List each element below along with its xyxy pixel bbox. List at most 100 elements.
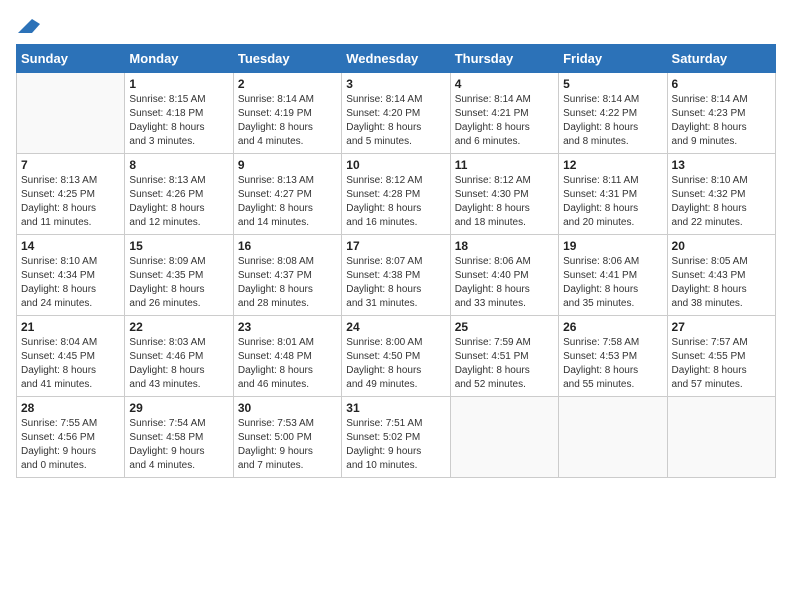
logo xyxy=(16,16,40,36)
day-info: Sunrise: 8:15 AM Sunset: 4:18 PM Dayligh… xyxy=(129,93,228,149)
day-number: 30 xyxy=(238,401,337,415)
calendar-cell: 26Sunrise: 7:58 AM Sunset: 4:53 PM Dayli… xyxy=(559,315,667,396)
day-number: 24 xyxy=(346,320,445,334)
day-info: Sunrise: 8:10 AM Sunset: 4:32 PM Dayligh… xyxy=(672,174,771,230)
header xyxy=(16,16,776,36)
calendar-cell: 15 Sunrise: 8:09 AM Sunset: 4:35 PM Dayli… xyxy=(125,234,233,315)
day-info: Sunrise: 8:14 AM Sunset: 4:23 PM Dayligh… xyxy=(672,93,771,149)
calendar-cell: 9 Sunrise: 8:13 AM Sunset: 4:27 PM Daylig… xyxy=(233,153,341,234)
calendar-cell: 6Sunrise: 8:14 AM Sunset: 4:23 PM Daylig… xyxy=(667,72,775,153)
header-day-wednesday: Wednesday xyxy=(342,44,450,72)
day-number: 7 xyxy=(21,158,120,172)
day-info: Sunrise: 8:14 AM Sunset: 4:20 PM Dayligh… xyxy=(346,93,445,149)
day-info: Sunrise: 8:06 AM Sunset: 4:40 PM Dayligh… xyxy=(455,255,554,311)
header-day-thursday: Thursday xyxy=(450,44,558,72)
calendar-cell: 11 Sunrise: 8:12 AM Sunset: 4:30 PM Dayli… xyxy=(450,153,558,234)
day-number: 18 xyxy=(455,239,554,253)
header-day-tuesday: Tuesday xyxy=(233,44,341,72)
calendar-cell: 25Sunrise: 7:59 AM Sunset: 4:51 PM Dayli… xyxy=(450,315,558,396)
day-info: Sunrise: 7:57 AM Sunset: 4:55 PM Dayligh… xyxy=(672,336,771,392)
calendar-cell: 29 Sunrise: 7:54 AM Sunset: 4:58 PM Dayli… xyxy=(125,396,233,477)
day-number: 27 xyxy=(672,320,771,334)
calendar-cell: 22 Sunrise: 8:03 AM Sunset: 4:46 PM Dayli… xyxy=(125,315,233,396)
day-number: 22 xyxy=(129,320,228,334)
day-number: 13 xyxy=(672,158,771,172)
calendar-cell: 10Sunrise: 8:12 AM Sunset: 4:28 PM Dayli… xyxy=(342,153,450,234)
calendar-cell: 17 Sunrise: 8:07 AM Sunset: 4:38 PM Dayli… xyxy=(342,234,450,315)
calendar-cell: 30 Sunrise: 7:53 AM Sunset: 5:00 PM Dayli… xyxy=(233,396,341,477)
calendar-cell: 16 Sunrise: 8:08 AM Sunset: 4:37 PM Dayli… xyxy=(233,234,341,315)
logo-line1 xyxy=(16,16,40,36)
day-info: Sunrise: 8:09 AM Sunset: 4:35 PM Dayligh… xyxy=(129,255,228,311)
day-number: 20 xyxy=(672,239,771,253)
header-day-saturday: Saturday xyxy=(667,44,775,72)
day-info: Sunrise: 8:08 AM Sunset: 4:37 PM Dayligh… xyxy=(238,255,337,311)
day-info: Sunrise: 7:53 AM Sunset: 5:00 PM Dayligh… xyxy=(238,417,337,473)
day-info: Sunrise: 7:58 AM Sunset: 4:53 PM Dayligh… xyxy=(563,336,662,392)
day-number: 15 xyxy=(129,239,228,253)
day-info: Sunrise: 8:05 AM Sunset: 4:43 PM Dayligh… xyxy=(672,255,771,311)
calendar-cell: 14Sunrise: 8:10 AM Sunset: 4:34 PM Dayli… xyxy=(17,234,125,315)
calendar-cell: 2 Sunrise: 8:14 AM Sunset: 4:19 PM Daylig… xyxy=(233,72,341,153)
day-number: 31 xyxy=(346,401,445,415)
calendar-cell: 24Sunrise: 8:00 AM Sunset: 4:50 PM Dayli… xyxy=(342,315,450,396)
calendar-cell: 8Sunrise: 8:13 AM Sunset: 4:26 PM Daylig… xyxy=(125,153,233,234)
day-number: 28 xyxy=(21,401,120,415)
day-info: Sunrise: 8:04 AM Sunset: 4:45 PM Dayligh… xyxy=(21,336,120,392)
day-number: 16 xyxy=(238,239,337,253)
calendar-cell: 19Sunrise: 8:06 AM Sunset: 4:41 PM Dayli… xyxy=(559,234,667,315)
day-number: 5 xyxy=(563,77,662,91)
calendar-cell: 4 Sunrise: 8:14 AM Sunset: 4:21 PM Daylig… xyxy=(450,72,558,153)
calendar-cell xyxy=(450,396,558,477)
day-number: 2 xyxy=(238,77,337,91)
day-number: 12 xyxy=(563,158,662,172)
calendar-cell: 27 Sunrise: 7:57 AM Sunset: 4:55 PM Dayli… xyxy=(667,315,775,396)
calendar-week-1: 7 Sunrise: 8:13 AM Sunset: 4:25 PM Daylig… xyxy=(17,153,776,234)
calendar-cell: 31 Sunrise: 7:51 AM Sunset: 5:02 PM Dayli… xyxy=(342,396,450,477)
calendar-week-0: 1 Sunrise: 8:15 AM Sunset: 4:18 PM Daylig… xyxy=(17,72,776,153)
calendar-header: SundayMondayTuesdayWednesdayThursdayFrid… xyxy=(17,44,776,72)
day-info: Sunrise: 7:51 AM Sunset: 5:02 PM Dayligh… xyxy=(346,417,445,473)
day-info: Sunrise: 8:10 AM Sunset: 4:34 PM Dayligh… xyxy=(21,255,120,311)
day-info: Sunrise: 8:07 AM Sunset: 4:38 PM Dayligh… xyxy=(346,255,445,311)
day-number: 1 xyxy=(129,77,228,91)
calendar-cell: 21Sunrise: 8:04 AM Sunset: 4:45 PM Dayli… xyxy=(17,315,125,396)
calendar-cell: 28 Sunrise: 7:55 AM Sunset: 4:56 PM Dayli… xyxy=(17,396,125,477)
day-info: Sunrise: 7:54 AM Sunset: 4:58 PM Dayligh… xyxy=(129,417,228,473)
day-info: Sunrise: 8:12 AM Sunset: 4:30 PM Dayligh… xyxy=(455,174,554,230)
calendar-cell: 12 Sunrise: 8:11 AM Sunset: 4:31 PM Dayli… xyxy=(559,153,667,234)
calendar-cell: 23Sunrise: 8:01 AM Sunset: 4:48 PM Dayli… xyxy=(233,315,341,396)
day-number: 11 xyxy=(455,158,554,172)
day-number: 8 xyxy=(129,158,228,172)
day-number: 19 xyxy=(563,239,662,253)
day-info: Sunrise: 8:13 AM Sunset: 4:27 PM Dayligh… xyxy=(238,174,337,230)
calendar-body: 1 Sunrise: 8:15 AM Sunset: 4:18 PM Daylig… xyxy=(17,72,776,477)
day-number: 9 xyxy=(238,158,337,172)
calendar-cell: 5 Sunrise: 8:14 AM Sunset: 4:22 PM Daylig… xyxy=(559,72,667,153)
calendar-cell: 20 Sunrise: 8:05 AM Sunset: 4:43 PM Dayli… xyxy=(667,234,775,315)
day-info: Sunrise: 8:13 AM Sunset: 4:25 PM Dayligh… xyxy=(21,174,120,230)
day-info: Sunrise: 8:03 AM Sunset: 4:46 PM Dayligh… xyxy=(129,336,228,392)
day-number: 29 xyxy=(129,401,228,415)
day-number: 3 xyxy=(346,77,445,91)
day-info: Sunrise: 8:11 AM Sunset: 4:31 PM Dayligh… xyxy=(563,174,662,230)
day-number: 23 xyxy=(238,320,337,334)
day-number: 4 xyxy=(455,77,554,91)
calendar-cell: 7 Sunrise: 8:13 AM Sunset: 4:25 PM Daylig… xyxy=(17,153,125,234)
day-number: 17 xyxy=(346,239,445,253)
calendar-week-2: 14Sunrise: 8:10 AM Sunset: 4:34 PM Dayli… xyxy=(17,234,776,315)
calendar-cell: 18 Sunrise: 8:06 AM Sunset: 4:40 PM Dayli… xyxy=(450,234,558,315)
day-info: Sunrise: 8:12 AM Sunset: 4:28 PM Dayligh… xyxy=(346,174,445,230)
day-info: Sunrise: 8:14 AM Sunset: 4:22 PM Dayligh… xyxy=(563,93,662,149)
header-day-friday: Friday xyxy=(559,44,667,72)
calendar-cell: 3 Sunrise: 8:14 AM Sunset: 4:20 PM Daylig… xyxy=(342,72,450,153)
day-info: Sunrise: 8:14 AM Sunset: 4:21 PM Dayligh… xyxy=(455,93,554,149)
day-number: 25 xyxy=(455,320,554,334)
calendar-cell xyxy=(17,72,125,153)
day-info: Sunrise: 8:14 AM Sunset: 4:19 PM Dayligh… xyxy=(238,93,337,149)
logo-bird-icon xyxy=(18,19,40,33)
calendar-cell: 13 Sunrise: 8:10 AM Sunset: 4:32 PM Dayli… xyxy=(667,153,775,234)
calendar-week-4: 28 Sunrise: 7:55 AM Sunset: 4:56 PM Dayli… xyxy=(17,396,776,477)
day-info: Sunrise: 7:55 AM Sunset: 4:56 PM Dayligh… xyxy=(21,417,120,473)
calendar-cell: 1 Sunrise: 8:15 AM Sunset: 4:18 PM Daylig… xyxy=(125,72,233,153)
